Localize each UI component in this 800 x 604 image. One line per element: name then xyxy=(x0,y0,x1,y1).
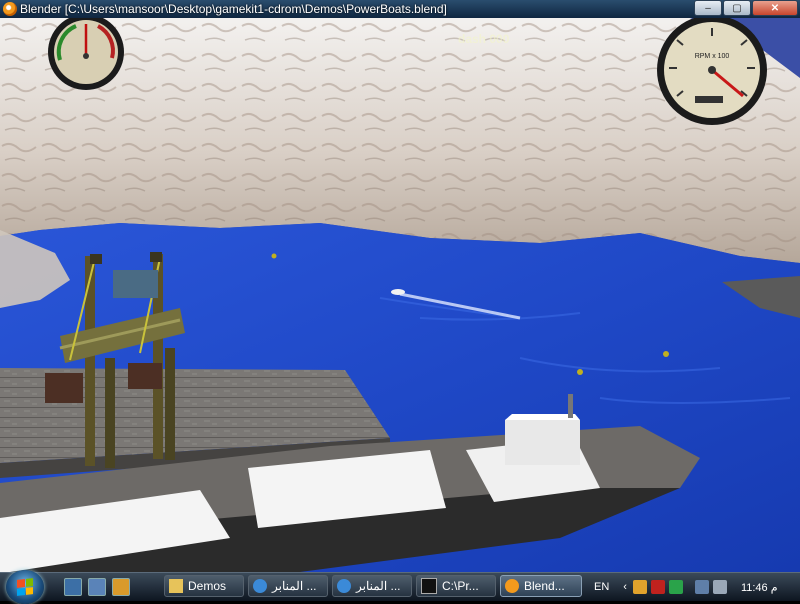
blender-icon xyxy=(3,2,17,16)
blender-icon xyxy=(505,579,519,593)
media-player-icon[interactable] xyxy=(112,578,130,596)
game-viewport[interactable]: RPM x 100 dash 000 xyxy=(0,18,800,572)
window-title: Blender [C:\Users\mansoor\Desktop\gameki… xyxy=(20,2,447,16)
windows-logo-icon xyxy=(17,578,33,596)
switch-windows-icon[interactable] xyxy=(88,578,106,596)
folder-icon xyxy=(169,579,183,593)
taskbar-button-blender[interactable]: Blend... xyxy=(500,575,582,597)
window-controls: ‒ ▢ ✕ xyxy=(693,0,798,16)
taskbar: Demos المنابر ... المنابر ... C:\Pr... B… xyxy=(0,570,800,604)
close-button[interactable]: ✕ xyxy=(752,0,798,16)
speedometer-gauge xyxy=(48,18,124,90)
cmd-icon xyxy=(421,578,437,594)
antivirus-icon[interactable] xyxy=(650,580,665,594)
tray-3d-icon[interactable] xyxy=(668,580,683,594)
start-button[interactable] xyxy=(6,570,44,604)
rpm-label: RPM x 100 xyxy=(695,53,730,60)
ie-icon xyxy=(337,579,351,593)
ie-icon xyxy=(253,579,267,593)
chevron-left-icon[interactable]: ‹ xyxy=(623,581,627,593)
clock[interactable]: 11:46 م xyxy=(741,581,778,594)
hud-faint-text: dash 000 xyxy=(458,32,510,46)
minimize-button[interactable]: ‒ xyxy=(694,0,722,16)
network-icon[interactable] xyxy=(694,580,709,594)
tachometer-gauge: RPM x 100 xyxy=(657,18,767,125)
volume-icon[interactable] xyxy=(712,580,727,594)
show-desktop-icon[interactable] xyxy=(64,578,82,596)
maximize-button[interactable]: ▢ xyxy=(723,0,751,16)
taskbar-button-demos[interactable]: Demos xyxy=(164,575,244,597)
tray-app-icon[interactable] xyxy=(632,580,647,594)
language-indicator[interactable]: EN xyxy=(594,581,609,593)
taskbar-button-ie-2[interactable]: المنابر ... xyxy=(332,575,412,597)
taskbar-button-cmd[interactable]: C:\Pr... xyxy=(416,575,496,597)
window-titlebar[interactable]: Blender [C:\Users\mansoor\Desktop\gameki… xyxy=(0,0,800,18)
taskbar-button-ie-1[interactable]: المنابر ... xyxy=(248,575,328,597)
system-tray: EN ‹ 11:46 م xyxy=(594,573,778,601)
